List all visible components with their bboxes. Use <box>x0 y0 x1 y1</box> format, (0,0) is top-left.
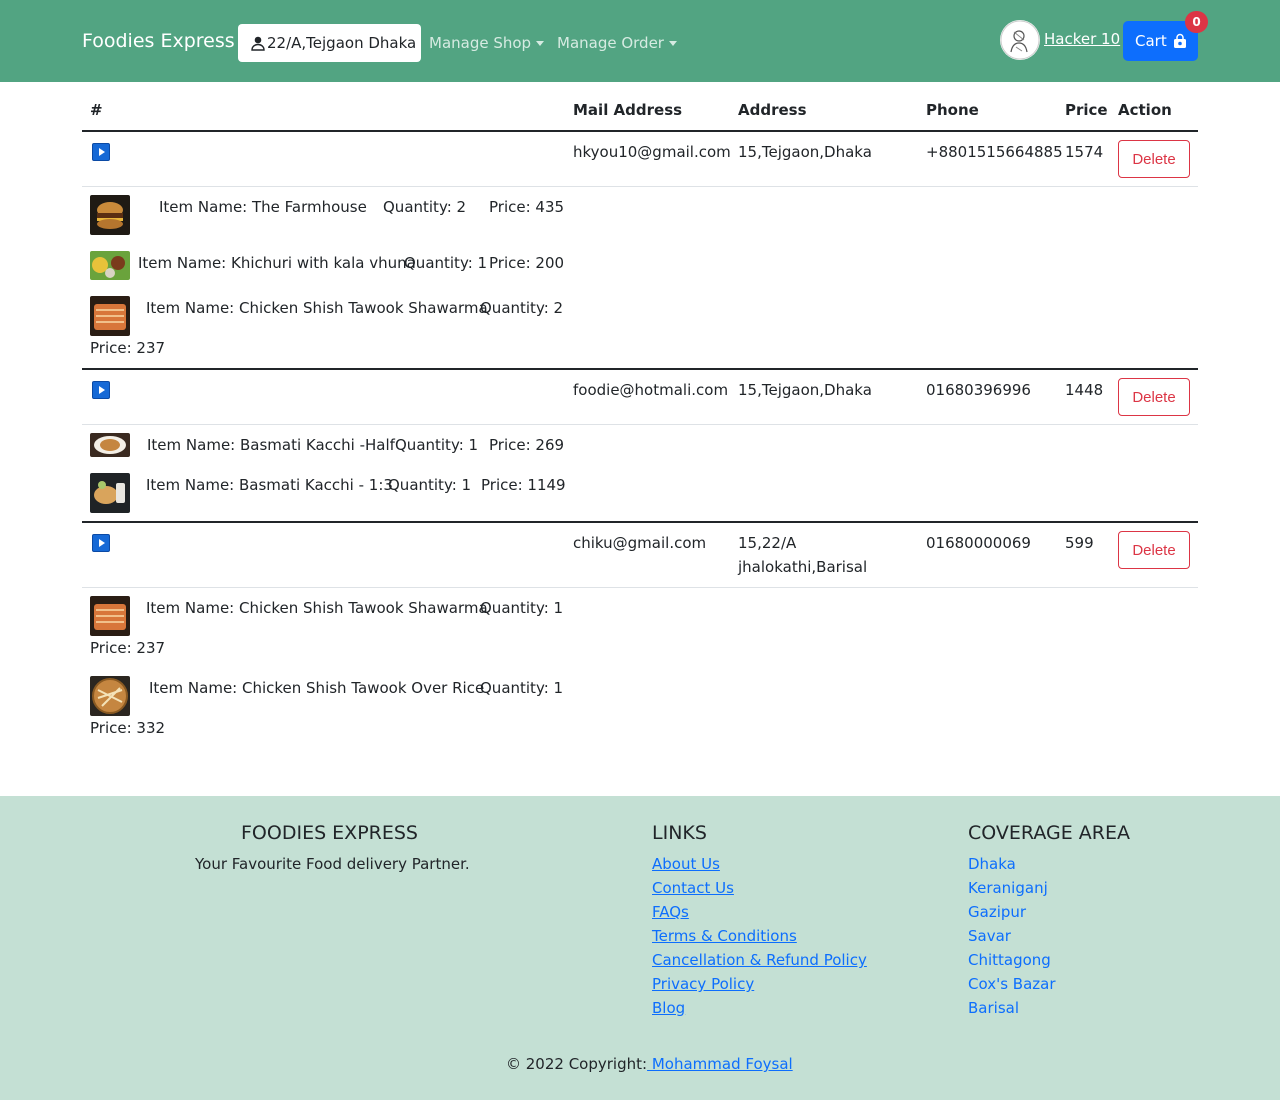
item-name: Item Name: Basmati Kacchi - 1:3 <box>146 476 393 494</box>
footer: FOODIES EXPRESS Your Favourite Food deli… <box>0 796 1280 1100</box>
chevron-down-icon <box>668 40 677 46</box>
order-address-line1: 15,22/A <box>738 534 797 552</box>
footer-link-refund[interactable]: Cancellation & Refund Policy <box>652 951 867 969</box>
expand-order-icon[interactable] <box>92 143 110 161</box>
delete-order-button[interactable]: Delete <box>1118 140 1190 178</box>
order-divider <box>82 368 1198 370</box>
order-phone: +8801515664885 <box>926 143 1063 161</box>
item-name: Item Name: The Farmhouse <box>159 198 367 216</box>
manage-order-dropdown[interactable]: Manage Order <box>557 34 677 52</box>
coverage-keraniganj[interactable]: Keraniganj <box>968 879 1048 897</box>
row-divider <box>82 424 1198 425</box>
item-quantity: Quantity: 1 <box>404 254 488 272</box>
location-text: 22/A,Tejgaon Dhaka <box>267 34 417 52</box>
footer-link-privacy[interactable]: Privacy Policy <box>652 975 754 993</box>
footer-link-contact[interactable]: Contact Us <box>652 879 734 897</box>
person-icon <box>251 36 265 51</box>
item-thumbnail <box>90 676 130 716</box>
item-quantity: Quantity: 1 <box>480 679 564 697</box>
footer-link-faqs[interactable]: FAQs <box>652 903 689 921</box>
column-header-mail: Mail Address <box>573 101 683 119</box>
row-divider <box>82 186 1198 187</box>
item-name: Item Name: Chicken Shish Tawook Over Ric… <box>149 679 485 697</box>
shopping-bag-icon <box>1173 33 1186 48</box>
footer-coverage-title: COVERAGE AREA <box>968 822 1130 844</box>
table-divider <box>82 130 1198 132</box>
order-phone: 01680396996 <box>926 381 1031 399</box>
item-thumbnail <box>90 433 130 457</box>
footer-link-about[interactable]: About Us <box>652 855 720 873</box>
column-header-address: Address <box>738 101 807 119</box>
manage-shop-dropdown[interactable]: Manage Shop <box>429 34 545 52</box>
footer-links-title: LINKS <box>652 822 707 844</box>
order-mail: foodie@hotmali.com <box>573 381 729 399</box>
item-quantity: Quantity: 1 <box>480 599 564 617</box>
footer-brand-title: FOODIES EXPRESS <box>241 822 418 844</box>
item-price: Price: 237 <box>90 639 166 657</box>
item-price: Price: 332 <box>90 719 166 737</box>
item-price: Price: 269 <box>489 436 565 454</box>
coverage-chittagong[interactable]: Chittagong <box>968 951 1051 969</box>
item-quantity: Quantity: 2 <box>480 299 564 317</box>
coverage-savar[interactable]: Savar <box>968 927 1011 945</box>
footer-link-blog[interactable]: Blog <box>652 999 685 1017</box>
expand-order-icon[interactable] <box>92 534 110 552</box>
item-quantity: Quantity: 2 <box>383 198 467 216</box>
manage-shop-label: Manage Shop <box>429 34 532 52</box>
order-price: 599 <box>1065 534 1094 552</box>
item-price: Price: 200 <box>489 254 565 272</box>
item-thumbnail <box>90 296 130 336</box>
item-name: Item Name: Khichuri with kala vhuna <box>138 254 416 272</box>
item-quantity: Quantity: 1 <box>388 476 472 494</box>
manage-order-label: Manage Order <box>557 34 664 52</box>
coverage-coxs-bazar[interactable]: Cox's Bazar <box>968 975 1056 993</box>
column-header-price: Price <box>1065 101 1108 119</box>
item-name: Item Name: Basmati Kacchi -Half <box>147 436 395 454</box>
order-address: 15,Tejgaon,Dhaka <box>738 143 872 161</box>
coverage-gazipur[interactable]: Gazipur <box>968 903 1026 921</box>
item-thumbnail <box>90 473 130 513</box>
column-header-phone: Phone <box>926 101 979 119</box>
user-profile-link[interactable]: Hacker 10 <box>1044 30 1120 48</box>
item-thumbnail <box>90 195 130 235</box>
order-divider <box>82 521 1198 523</box>
order-address: 15,Tejgaon,Dhaka <box>738 381 872 399</box>
column-header-action: Action <box>1118 101 1172 119</box>
item-quantity: Quantity: 1 <box>395 436 479 454</box>
avatar-image <box>1000 20 1040 60</box>
coverage-dhaka[interactable]: Dhaka <box>968 855 1016 873</box>
order-mail: chiku@gmail.com <box>573 534 707 552</box>
item-thumbnail <box>90 596 130 636</box>
delete-order-button[interactable]: Delete <box>1118 531 1190 569</box>
order-price: 1448 <box>1065 381 1104 399</box>
footer-link-terms[interactable]: Terms & Conditions <box>652 927 797 945</box>
item-price: Price: 435 <box>489 198 565 216</box>
copyright: © 2022 Copyright: Mohammad Foysal <box>506 1055 793 1073</box>
item-name: Item Name: Chicken Shish Tawook Shawarma <box>146 299 488 317</box>
order-mail: hkyou10@gmail.com <box>573 143 731 161</box>
brand-logo[interactable]: Foodies Express <box>82 30 235 52</box>
chevron-down-icon <box>536 40 545 46</box>
item-thumbnail <box>90 251 130 280</box>
item-price: Price: 237 <box>90 339 166 357</box>
column-header-index: # <box>90 101 103 119</box>
cart-count-badge: 0 <box>1185 11 1208 33</box>
cart-label: Cart <box>1135 32 1167 50</box>
item-price: Price: 1149 <box>481 476 566 494</box>
author-link[interactable]: Mohammad Foysal <box>647 1055 793 1073</box>
order-phone: 01680000069 <box>926 534 1031 552</box>
order-price: 1574 <box>1065 143 1104 161</box>
coverage-barisal[interactable]: Barisal <box>968 999 1019 1017</box>
row-divider <box>82 587 1198 588</box>
delete-order-button[interactable]: Delete <box>1118 378 1190 416</box>
order-address-line2: jhalokathi,Barisal <box>738 558 868 576</box>
location-button[interactable]: 22/A,Tejgaon Dhaka <box>238 24 421 62</box>
avatar[interactable] <box>1000 20 1040 60</box>
footer-tagline: Your Favourite Food delivery Partner. <box>195 855 470 873</box>
expand-order-icon[interactable] <box>92 381 110 399</box>
item-name: Item Name: Chicken Shish Tawook Shawarma <box>146 599 488 617</box>
copyright-text: © 2022 Copyright: <box>506 1055 648 1073</box>
navbar: Foodies Express 22/A,Tejgaon Dhaka Manag… <box>0 0 1280 82</box>
